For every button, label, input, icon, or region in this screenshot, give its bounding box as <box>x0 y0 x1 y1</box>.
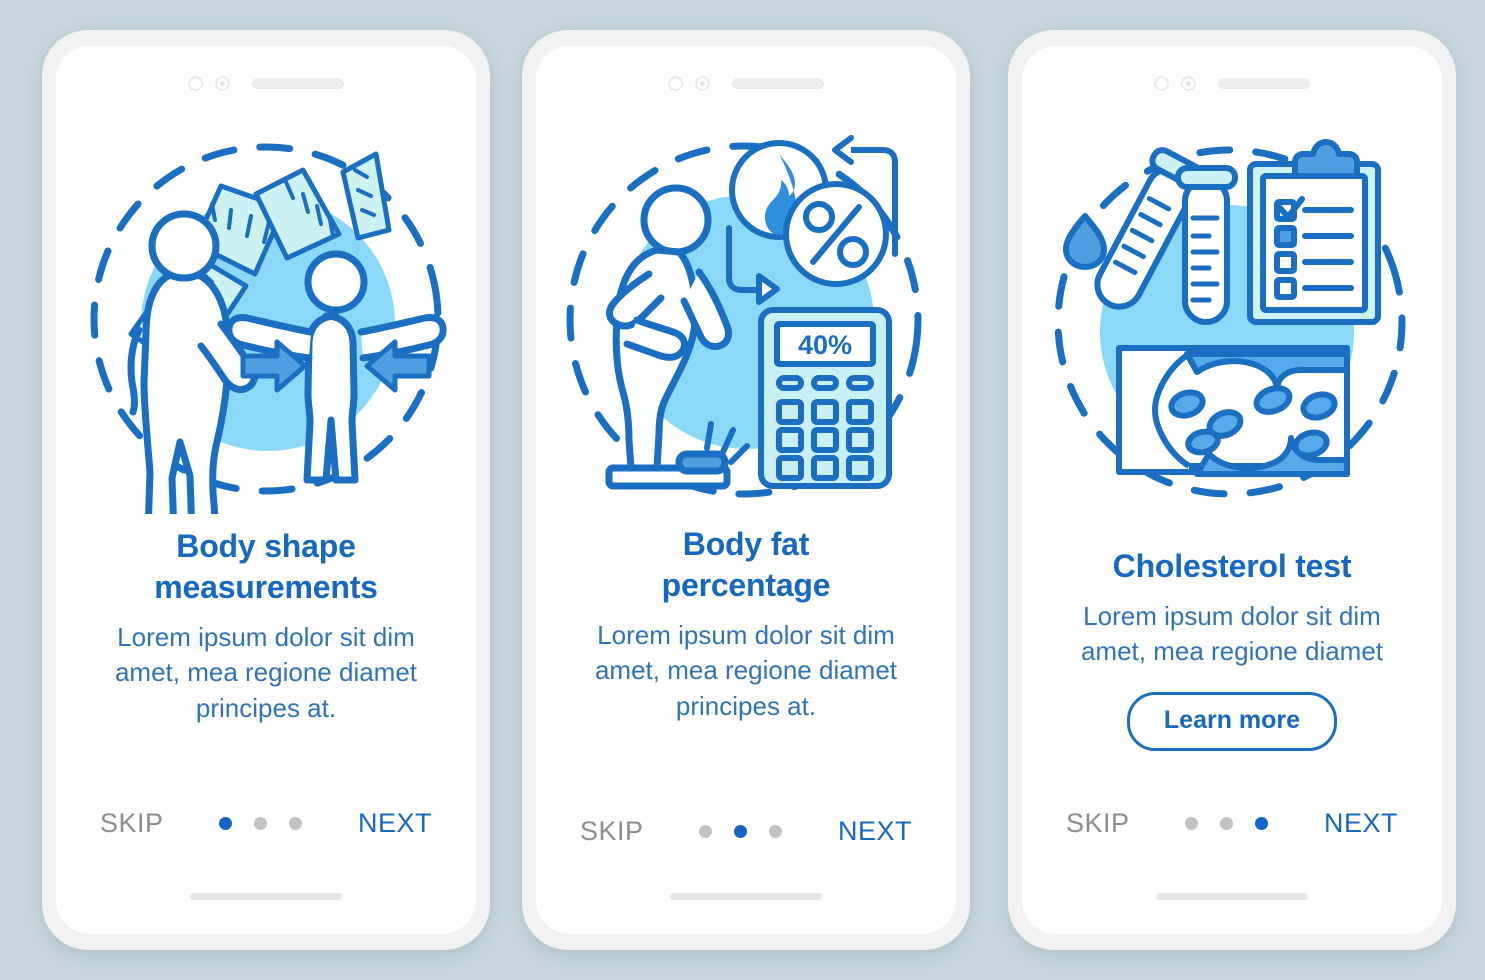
title-line-1: Body fat <box>682 526 810 562</box>
screen-1-content: Body shape measurements Lorem ipsum dolo… <box>56 526 476 726</box>
skip-button[interactable]: SKIP <box>580 816 644 847</box>
screen-2-content: Body fat percentage Lorem ipsum dolor si… <box>536 524 956 724</box>
onboarding-footer-1: SKIP NEXT <box>56 808 476 839</box>
body-fat-percentage-illustration: 40% <box>551 124 941 514</box>
desc-line-2: amet, mea regione diamet <box>1080 636 1384 667</box>
desc-line-1: Lorem ipsum dolor sit dim <box>1083 600 1381 631</box>
title-line-1: Body shape <box>176 528 356 564</box>
page-description: Lorem ipsum dolor sit dim amet, mea regi… <box>80 620 452 726</box>
home-indicator <box>1156 893 1308 900</box>
pagination-dots <box>1185 817 1269 830</box>
pagination-dots <box>699 825 783 838</box>
pagination-dot-1[interactable] <box>219 817 233 830</box>
learn-more-button[interactable]: Learn more <box>1126 691 1338 751</box>
page-title: Cholesterol test <box>1046 546 1418 587</box>
screen-body-fat-percentage: 40% Body fat percentage Lorem ipsum dolo… <box>536 46 956 934</box>
camera-icon <box>668 76 683 91</box>
desc-line-2: amet, mea regione diamet <box>114 657 418 688</box>
speaker-grille <box>1218 78 1310 89</box>
pagination-dot-3[interactable] <box>289 817 303 830</box>
title-line-2: measurements <box>154 568 378 605</box>
pagination-dot-3[interactable] <box>769 825 783 838</box>
onboarding-footer-3: SKIP NEXT <box>1022 808 1442 839</box>
home-indicator <box>190 893 342 900</box>
pagination-dots <box>219 817 303 830</box>
calculator-display-value: 40% <box>798 330 852 360</box>
screen-cholesterol-test: Cholesterol test Lorem ipsum dolor sit d… <box>1022 46 1442 934</box>
skip-button[interactable]: SKIP <box>1066 808 1130 839</box>
screen-3-content: Cholesterol test Lorem ipsum dolor sit d… <box>1022 546 1442 751</box>
pagination-dot-1[interactable] <box>1185 817 1199 830</box>
next-button[interactable]: NEXT <box>358 808 432 839</box>
title-line-1: Cholesterol test <box>1112 548 1352 584</box>
speaker-grille <box>252 78 344 89</box>
desc-line-1: Lorem ipsum dolor sit dim <box>117 621 415 652</box>
page-title: Body shape measurements <box>80 526 452 608</box>
screen-body-shape-measurements: Body shape measurements Lorem ipsum dolo… <box>56 46 476 934</box>
pagination-dot-2[interactable] <box>254 817 268 830</box>
speaker-grille <box>732 78 824 89</box>
phone-frame-3: Cholesterol test Lorem ipsum dolor sit d… <box>1008 30 1456 950</box>
pagination-dot-3[interactable] <box>1255 817 1269 830</box>
phone-frame-2: 40% Body fat percentage Lorem ipsum dolo… <box>522 30 970 950</box>
sensor-icon <box>215 76 230 91</box>
sensor-icon <box>695 76 710 91</box>
phone-top-bar-2 <box>536 76 956 91</box>
next-button[interactable]: NEXT <box>838 816 912 847</box>
desc-line-2: amet, mea regione diamet <box>594 655 898 686</box>
phone-top-bar-1 <box>56 76 476 91</box>
desc-line-1: Lorem ipsum dolor sit dim <box>597 619 895 650</box>
page-title: Body fat percentage <box>560 524 932 606</box>
camera-icon <box>1154 76 1169 91</box>
phone-frame-1: Body shape measurements Lorem ipsum dolo… <box>42 30 490 950</box>
camera-icon <box>188 76 203 91</box>
pagination-dot-1[interactable] <box>699 825 713 838</box>
page-description: Lorem ipsum dolor sit dim amet, mea regi… <box>1046 599 1418 670</box>
title-line-2: percentage <box>661 566 831 603</box>
onboarding-footer-2: SKIP NEXT <box>536 816 956 847</box>
pagination-dot-2[interactable] <box>1220 817 1234 830</box>
phone-top-bar-3 <box>1022 76 1442 91</box>
body-shape-measurement-illustration <box>71 124 461 514</box>
cholesterol-test-illustration <box>1037 124 1427 514</box>
pagination-dot-2[interactable] <box>734 825 748 838</box>
home-indicator <box>670 893 822 900</box>
skip-button[interactable]: SKIP <box>100 808 164 839</box>
sensor-icon <box>1181 76 1196 91</box>
desc-line-3: principes at. <box>195 692 337 723</box>
onboarding-screens-canvas: Body shape measurements Lorem ipsum dolo… <box>0 0 1485 980</box>
next-button[interactable]: NEXT <box>1324 808 1398 839</box>
desc-line-3: principes at. <box>675 690 817 721</box>
page-description: Lorem ipsum dolor sit dim amet, mea regi… <box>560 618 932 724</box>
